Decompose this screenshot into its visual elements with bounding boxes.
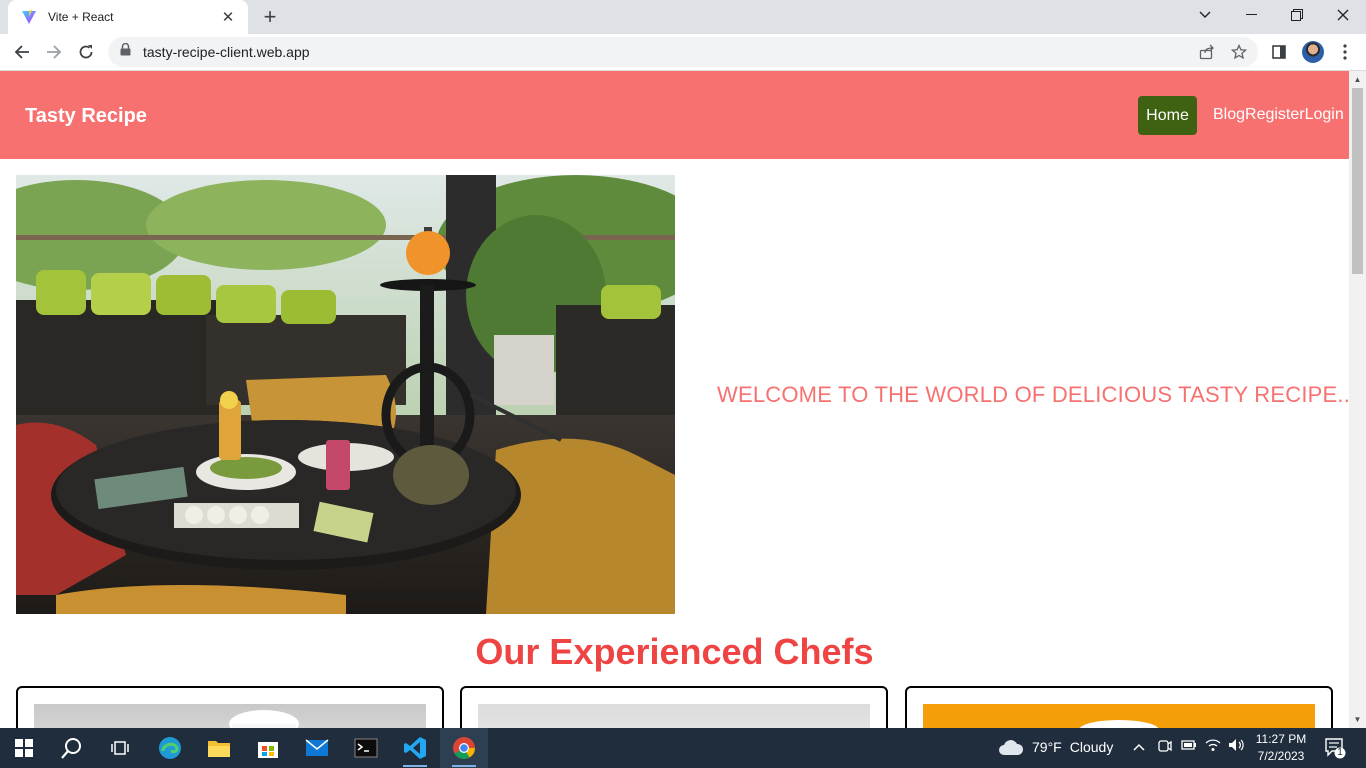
weather-temperature: 79°F — [1032, 739, 1062, 755]
back-arrow-icon — [14, 45, 29, 59]
forward-button[interactable] — [40, 38, 68, 66]
chef-photo — [478, 704, 870, 728]
wifi-icon[interactable] — [1205, 738, 1221, 755]
url-text: tasty-recipe-client.web.app — [143, 44, 310, 60]
site-navbar: Tasty Recipe Home BlogRegisterLogin — [0, 71, 1349, 159]
share-icon[interactable] — [1198, 43, 1216, 61]
back-button[interactable] — [8, 38, 36, 66]
new-tab-button[interactable]: + — [258, 5, 282, 29]
hero-welcome-text: WELCOME TO THE WORLD OF DELICIOUS TASTY … — [717, 382, 1363, 407]
hero-restaurant-image — [16, 175, 675, 614]
browser-tab[interactable]: Vite + React ✕ — [8, 0, 248, 34]
cloud-icon — [999, 740, 1024, 755]
start-button[interactable] — [0, 728, 48, 768]
page-scrollbar[interactable]: ▲ ▼ — [1349, 71, 1366, 728]
clock-date: 7/2/2023 — [1257, 749, 1305, 763]
chef-photo — [34, 704, 426, 728]
volume-icon[interactable] — [1228, 738, 1246, 755]
restore-window-button[interactable] — [1274, 0, 1320, 30]
chef-card[interactable] — [905, 686, 1333, 728]
task-view-icon — [111, 741, 129, 755]
windows-taskbar: 79°F Cloudy 11:27 PM 7/2/2023 1 — [0, 728, 1366, 768]
chef-card[interactable] — [460, 686, 888, 728]
side-panel-button[interactable] — [1266, 39, 1292, 65]
taskbar-store[interactable] — [244, 728, 292, 768]
weather-widget[interactable]: 79°F Cloudy — [998, 738, 1113, 756]
browser-toolbar: tasty-recipe-client.web.app — [0, 34, 1366, 71]
taskbar-mail[interactable] — [293, 728, 341, 768]
vscode-icon — [404, 737, 426, 759]
taskbar-terminal[interactable] — [342, 728, 390, 768]
scroll-up-arrow-icon[interactable]: ▲ — [1353, 75, 1362, 84]
bookmark-star-icon[interactable] — [1230, 43, 1248, 61]
taskbar-vscode[interactable] — [391, 728, 439, 768]
windows-logo-icon — [15, 739, 33, 757]
tab-close-icon[interactable]: ✕ — [218, 7, 238, 27]
tab-search-chevron-icon[interactable] — [1182, 0, 1228, 30]
meet-now-icon[interactable] — [1158, 738, 1172, 757]
taskbar-file-explorer[interactable] — [195, 728, 243, 768]
store-icon — [258, 742, 278, 758]
taskbar-edge[interactable] — [146, 728, 194, 768]
taskbar-chrome[interactable] — [440, 728, 488, 768]
scrollbar-thumb[interactable] — [1352, 88, 1363, 274]
taskbar-clock[interactable]: 11:27 PM 7/2/2023 — [1250, 731, 1312, 765]
notification-count: 1 — [1337, 747, 1343, 758]
battery-icon[interactable] — [1181, 738, 1197, 755]
vite-logo-icon — [20, 8, 38, 26]
task-view-button[interactable] — [96, 728, 144, 768]
tab-title: Vite + React — [48, 10, 114, 24]
browser-tab-strip: Vite + React ✕ + — [0, 0, 1366, 34]
nav-links-blog-register-login[interactable]: BlogRegisterLogin — [1213, 106, 1344, 124]
chef-photo — [923, 704, 1315, 728]
folder-icon — [208, 741, 230, 757]
clock-time: 11:27 PM — [1255, 732, 1307, 746]
side-panel-icon — [1272, 45, 1286, 59]
site-brand[interactable]: Tasty Recipe — [25, 105, 147, 128]
search-icon — [61, 738, 81, 759]
weather-condition: Cloudy — [1069, 739, 1114, 755]
address-bar[interactable]: tasty-recipe-client.web.app — [108, 37, 1258, 67]
notification-center-icon[interactable]: 1 — [1324, 737, 1346, 762]
show-hidden-icons-chevron-icon[interactable] — [1133, 739, 1145, 754]
nav-home-button[interactable]: Home — [1138, 96, 1197, 135]
taskbar-search-button[interactable] — [48, 728, 96, 768]
browser-menu-button[interactable] — [1332, 39, 1358, 65]
lock-icon — [120, 42, 131, 61]
mail-icon — [305, 739, 329, 756]
reload-icon — [79, 45, 93, 59]
page-viewport: Tasty Recipe Home BlogRegisterLogin WELC… — [0, 71, 1366, 728]
chefs-section-title: Our Experienced Chefs — [475, 631, 874, 672]
reload-button[interactable] — [72, 38, 100, 66]
scroll-down-arrow-icon[interactable]: ▼ — [1353, 715, 1362, 724]
edge-browser-icon — [159, 737, 181, 759]
profile-avatar[interactable] — [1302, 41, 1324, 63]
chef-card[interactable] — [16, 686, 444, 728]
forward-arrow-icon — [47, 45, 62, 59]
terminal-icon — [354, 738, 378, 758]
kebab-menu-icon — [1343, 44, 1347, 60]
minimize-window-button[interactable] — [1228, 0, 1274, 30]
close-window-button[interactable] — [1320, 0, 1366, 30]
chrome-icon — [453, 737, 475, 759]
